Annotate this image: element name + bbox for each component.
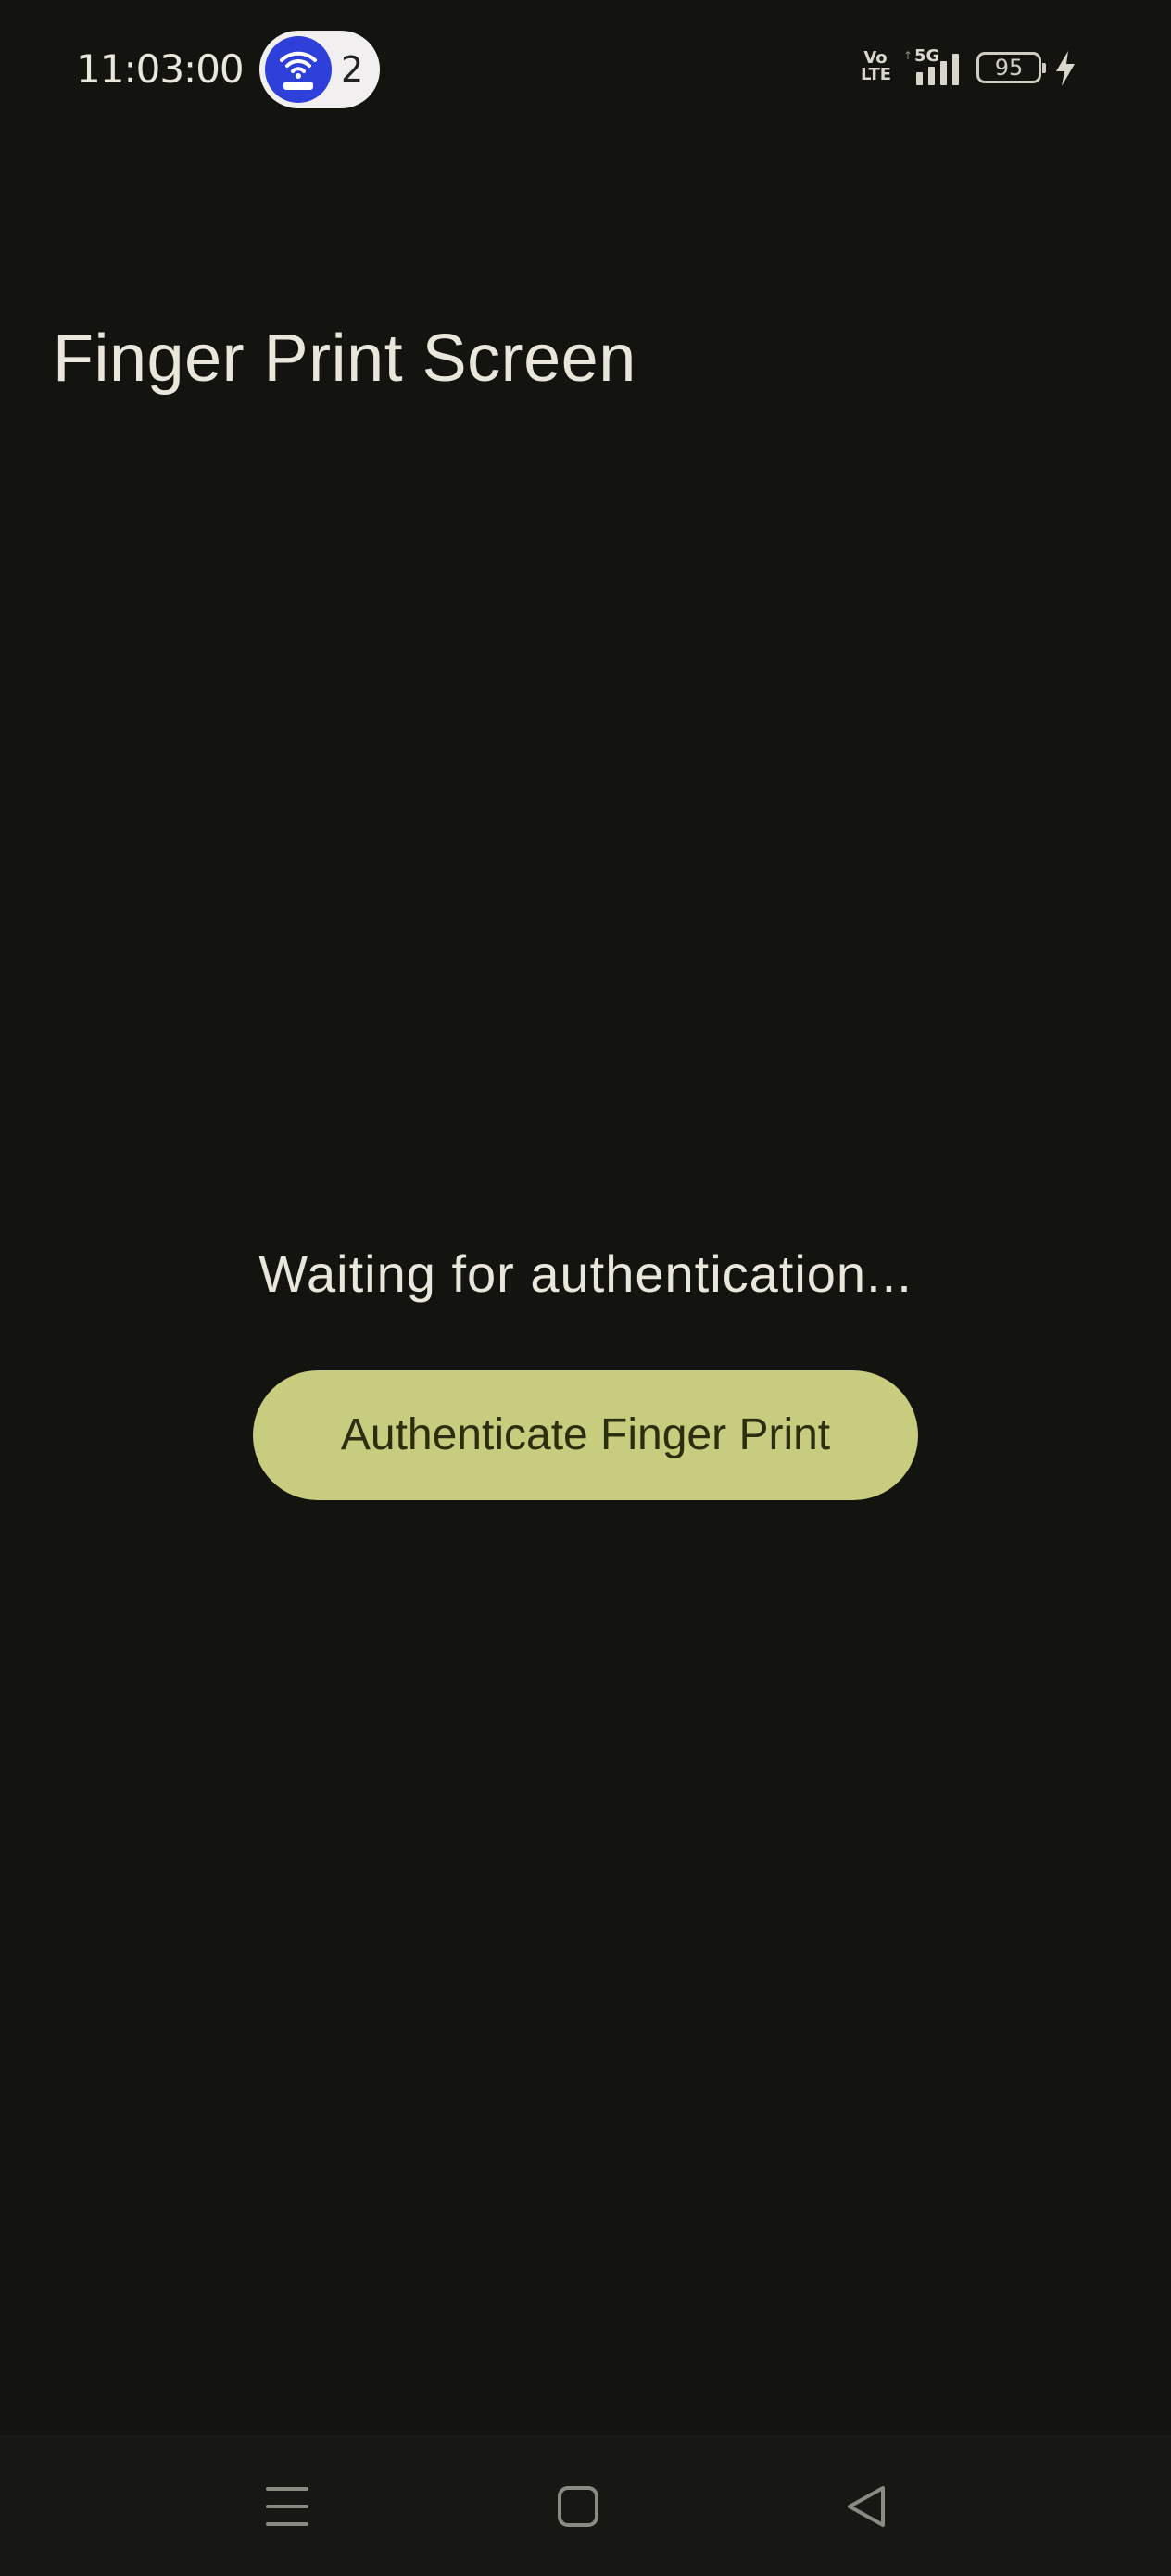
hotspot-indicator[interactable]: 2 — [259, 31, 380, 108]
authentication-status-text: Waiting for authentication... — [258, 1244, 913, 1303]
home-button[interactable] — [546, 2474, 611, 2539]
menu-button[interactable] — [255, 2474, 320, 2539]
hotspot-count: 2 — [341, 49, 364, 90]
status-bar: 11:03:00 2 Vo LTE 5G ↑ 95 — [0, 0, 1171, 139]
home-icon — [558, 2486, 598, 2527]
authenticate-fingerprint-button[interactable]: Authenticate Finger Print — [253, 1370, 918, 1500]
volte-icon: Vo LTE — [861, 50, 892, 84]
charging-icon — [1054, 50, 1077, 92]
navigation-bar — [0, 2435, 1171, 2576]
volte-label-bottom: LTE — [861, 65, 892, 84]
status-time: 11:03:00 — [76, 46, 245, 92]
page-title: Finger Print Screen — [53, 322, 636, 396]
battery-icon: 95 — [976, 52, 1046, 83]
hotspot-icon — [265, 36, 332, 103]
menu-icon — [266, 2487, 308, 2526]
network-label: 5G — [914, 46, 939, 66]
back-button[interactable] — [834, 2474, 899, 2539]
signal-icon: 5G ↑ — [898, 46, 968, 92]
battery-level: 95 — [994, 55, 1024, 81]
back-icon — [848, 2486, 885, 2527]
svg-text:↑: ↑ — [903, 49, 913, 62]
